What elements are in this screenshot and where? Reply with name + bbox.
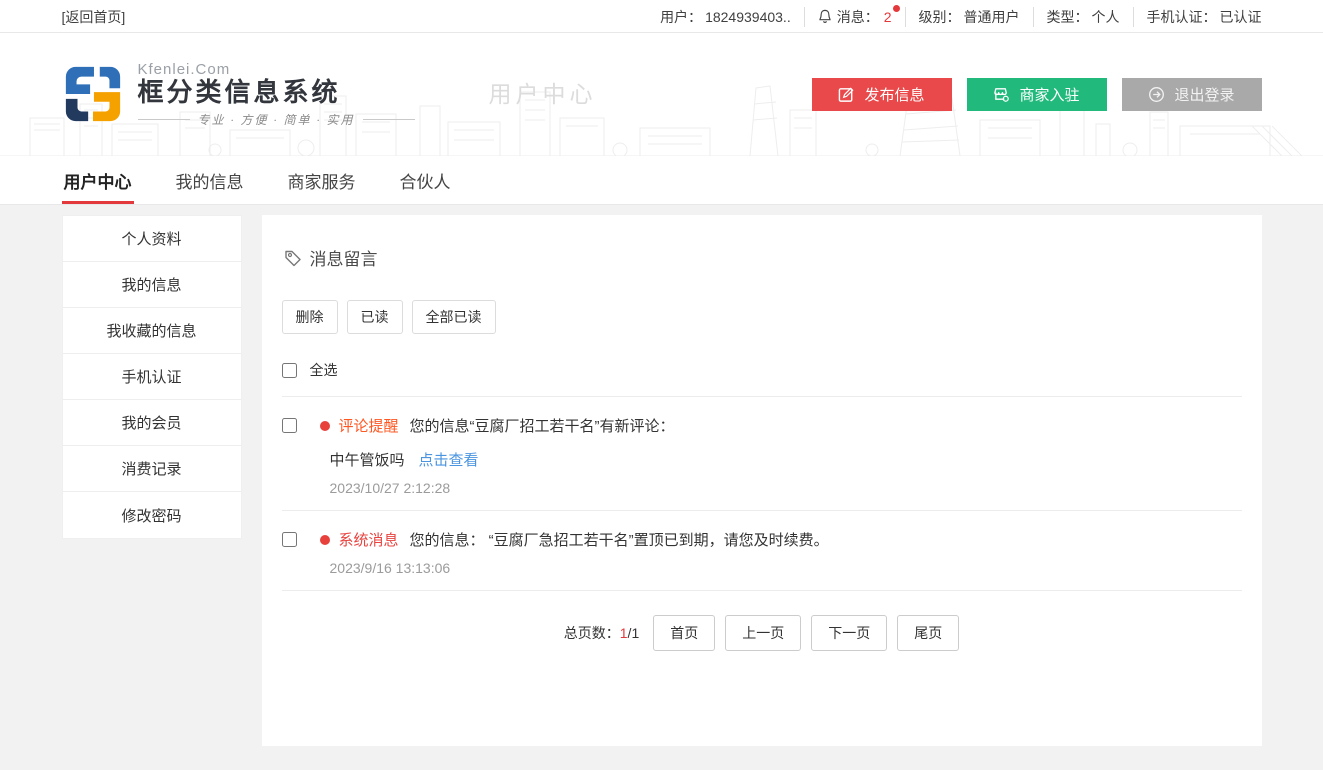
user-label: 用户： xyxy=(660,7,702,27)
message-date: 2023/10/27 2:12:28 xyxy=(330,480,1242,496)
select-all-row: 全选 xyxy=(282,360,1242,397)
topbar-phone-auth: 手机认证： 已认证 xyxy=(1133,7,1262,27)
topbar-messages[interactable]: 消息： 2 xyxy=(804,7,905,27)
first-page-button[interactable]: 首页 xyxy=(653,615,715,651)
header: Kfenlei.Com 框分类信息系统 专业 · 方便 · 简单 · 实用 用户… xyxy=(0,33,1323,156)
sidebar-item-profile[interactable]: 个人资料 xyxy=(63,216,241,262)
mark-all-read-button[interactable]: 全部已读 xyxy=(412,300,496,334)
message-text: 您的信息： “豆腐厂急招工若干名”置顶已到期，请您及时续费。 xyxy=(410,529,829,550)
tab-merchant-services[interactable]: 商家服务 xyxy=(286,156,358,204)
tab-user-center[interactable]: 用户中心 xyxy=(62,156,134,204)
topbar-user-info: 用户： 1824939403.. 消息： 2 级别： 普通用户 类型： xyxy=(647,7,1261,27)
sidebar: 个人资料 我的信息 我收藏的信息 手机认证 我的会员 消费记录 修改密码 xyxy=(62,215,242,539)
total-pages: 1 xyxy=(631,625,639,641)
prev-page-button[interactable]: 上一页 xyxy=(725,615,801,651)
next-page-button[interactable]: 下一页 xyxy=(811,615,887,651)
tab-partner[interactable]: 合伙人 xyxy=(398,156,453,204)
phone-auth-label: 手机认证： xyxy=(1147,7,1217,27)
site-logo[interactable]: Kfenlei.Com 框分类信息系统 专业 · 方便 · 简单 · 实用 xyxy=(62,61,415,128)
select-all-label: 全选 xyxy=(310,360,338,380)
type-value: 个人 xyxy=(1092,7,1120,27)
message-count-badge: 2 xyxy=(884,9,892,25)
panel-title: 消息留言 xyxy=(284,245,1242,270)
notification-dot-icon xyxy=(893,5,900,12)
message-row-comment: 评论提醒 您的信息“豆腐厂招工若干名”有新评论： 中午管饭吗 点击查看 2023… xyxy=(282,397,1242,511)
sidebar-item-my-info[interactable]: 我的信息 xyxy=(63,262,241,308)
panel-title-text: 消息留言 xyxy=(310,245,378,270)
logout-icon xyxy=(1148,86,1165,103)
merchant-join-button[interactable]: 商家入驻 xyxy=(967,78,1107,111)
message-label: 消息： xyxy=(837,7,879,27)
edit-icon xyxy=(838,86,855,103)
logo-domain: Kfenlei.Com xyxy=(138,61,415,78)
unread-dot-icon xyxy=(320,535,330,545)
topbar-type: 类型： 个人 xyxy=(1033,7,1133,27)
logout-button[interactable]: 退出登录 xyxy=(1122,78,1262,111)
message-tag: 系统消息 xyxy=(339,529,399,550)
phone-auth-value: 已认证 xyxy=(1220,7,1262,27)
view-comment-link[interactable]: 点击查看 xyxy=(419,449,479,470)
logo-icon xyxy=(62,63,124,125)
current-page: 1 xyxy=(620,625,628,641)
topbar: [返回首页] 用户： 1824939403.. 消息： 2 级别： 普通用户 xyxy=(0,0,1323,33)
delete-button[interactable]: 删除 xyxy=(282,300,338,334)
main-nav: 用户中心 我的信息 商家服务 合伙人 xyxy=(0,156,1323,205)
sidebar-item-favorites[interactable]: 我收藏的信息 xyxy=(63,308,241,354)
logo-title: 框分类信息系统 xyxy=(138,78,415,108)
user-value: 1824939403.. xyxy=(705,9,791,25)
level-value: 普通用户 xyxy=(964,7,1020,27)
tag-icon xyxy=(284,249,302,267)
topbar-user: 用户： 1824939403.. xyxy=(647,7,804,27)
message-tag: 评论提醒 xyxy=(339,415,399,436)
level-label: 级别： xyxy=(919,7,961,27)
last-page-button[interactable]: 尾页 xyxy=(897,615,959,651)
select-all-checkbox[interactable] xyxy=(282,363,297,378)
message-checkbox[interactable] xyxy=(282,418,297,433)
sidebar-item-phone-auth[interactable]: 手机认证 xyxy=(63,354,241,400)
logo-tagline: 专业 · 方便 · 简单 · 实用 xyxy=(138,111,415,128)
topbar-level: 级别： 普通用户 xyxy=(905,7,1033,27)
messages-panel: 消息留言 删除 已读 全部已读 全选 评论提醒 您的信息“豆腐厂招工若干名”有新… xyxy=(262,215,1262,746)
sidebar-item-change-password[interactable]: 修改密码 xyxy=(63,492,241,538)
message-checkbox[interactable] xyxy=(282,532,297,547)
message-row-system: 系统消息 您的信息： “豆腐厂急招工若干名”置顶已到期，请您及时续费。 2023… xyxy=(282,511,1242,591)
sidebar-item-spending-records[interactable]: 消费记录 xyxy=(63,446,241,492)
tab-my-info[interactable]: 我的信息 xyxy=(174,156,246,204)
publish-info-button[interactable]: 发布信息 xyxy=(812,78,952,111)
sidebar-item-membership[interactable]: 我的会员 xyxy=(63,400,241,446)
message-reply: 中午管饭吗 xyxy=(330,449,405,470)
bell-icon xyxy=(818,9,832,24)
message-toolbar: 删除 已读 全部已读 xyxy=(282,300,1242,334)
pagination: 总页数：1/1 首页 上一页 下一页 尾页 xyxy=(282,615,1242,651)
message-text: 您的信息“豆腐厂招工若干名”有新评论： xyxy=(410,415,675,436)
message-date: 2023/9/16 13:13:06 xyxy=(330,560,1242,576)
header-watermark: 用户中心 xyxy=(489,75,597,109)
mark-read-button[interactable]: 已读 xyxy=(347,300,403,334)
unread-dot-icon xyxy=(320,421,330,431)
type-label: 类型： xyxy=(1047,7,1089,27)
store-icon xyxy=(993,86,1010,103)
back-home-link[interactable]: [返回首页] xyxy=(62,7,126,27)
total-pages-label: 总页数：1/1 xyxy=(564,623,639,643)
